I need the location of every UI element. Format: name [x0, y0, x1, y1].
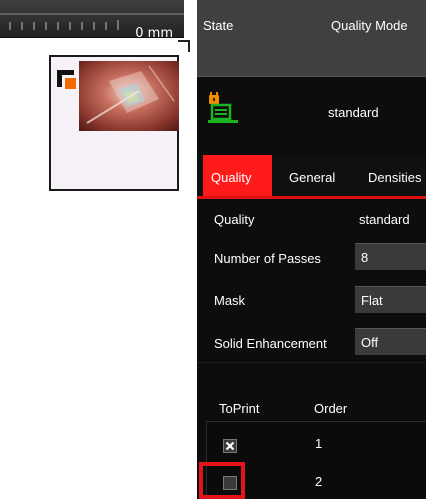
column-header-quality-mode[interactable]: Quality Mode	[331, 18, 408, 33]
toprint-checkbox-row-1[interactable]	[223, 439, 237, 453]
properties-panel: State Quality Mode standard Quality Gene…	[197, 0, 426, 499]
section-divider	[197, 362, 426, 363]
canvas-area[interactable]: 0 mm	[0, 0, 197, 499]
mask-label: Mask	[214, 293, 246, 308]
quality-value: standard	[359, 212, 410, 227]
column-header-toprint[interactable]: ToPrint	[219, 401, 259, 416]
tab-general[interactable]: General	[281, 155, 343, 196]
image-anchor-icon	[57, 70, 83, 96]
column-header-state[interactable]: State	[203, 18, 233, 33]
separations-table: 1 2	[206, 421, 426, 499]
order-value-row-2: 2	[315, 474, 323, 489]
quality-label: Quality	[214, 212, 255, 227]
tab-quality[interactable]: Quality	[203, 155, 272, 196]
settings-tabs: Quality General Densities	[197, 155, 426, 199]
mask-select[interactable]: Flat	[355, 286, 426, 313]
passes-label: Number of Passes	[214, 251, 321, 266]
solid-enhancement-label: Solid Enhancement	[214, 336, 327, 351]
job-quality-mode-value: standard	[328, 105, 379, 120]
column-header-order[interactable]: Order	[314, 401, 347, 416]
ruler-unit-label: 0 mm	[135, 26, 173, 41]
panel-header: State Quality Mode	[197, 0, 426, 77]
locked-printer-icon	[208, 92, 238, 123]
horizontal-ruler: 0 mm	[0, 0, 184, 41]
tab-densities[interactable]: Densities	[360, 155, 426, 196]
toprint-checkbox-row-2[interactable]	[223, 476, 237, 490]
check-x-icon	[225, 441, 235, 451]
passes-select[interactable]: 8	[355, 243, 426, 270]
solid-enhancement-select[interactable]: Off	[355, 328, 426, 355]
crop-corner-mark	[178, 40, 190, 52]
order-value-row-1: 1	[315, 436, 323, 451]
print-image-thumbnail[interactable]	[79, 61, 179, 131]
page-thumbnail[interactable]	[49, 55, 179, 191]
